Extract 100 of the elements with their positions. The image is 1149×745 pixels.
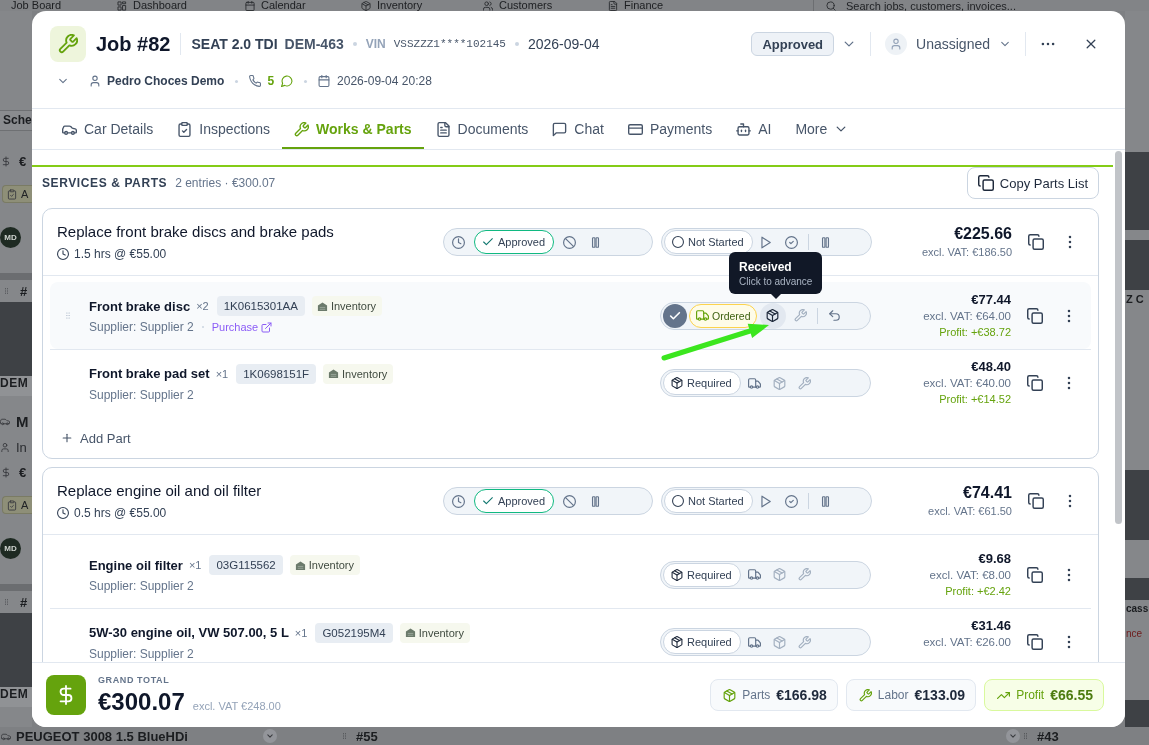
part-quantity: ×1 — [215, 367, 229, 380]
clock-icon — [57, 247, 69, 260]
badge-label: A — [21, 499, 29, 511]
drag-handle-icon[interactable] — [3, 596, 10, 608]
phone-icon[interactable] — [249, 75, 262, 87]
part-status-chip[interactable]: Required — [663, 562, 741, 587]
job-number: #43 — [1037, 728, 1059, 744]
add-part-button[interactable]: Add Part — [61, 426, 131, 450]
approval-chip[interactable]: Approved — [474, 230, 555, 254]
undo-icon[interactable] — [827, 309, 841, 322]
nav-link[interactable]: Inventory — [361, 0, 423, 11]
copy-icon[interactable] — [1027, 566, 1043, 583]
job-datetime: 2026-09-04 20:28 — [337, 74, 432, 88]
job-date: 2026-09-04 — [527, 36, 600, 52]
grand-total-excl-vat: excl. VAT €248.00 — [192, 700, 281, 712]
nav-link[interactable]: Dashboard — [117, 0, 187, 11]
service-price: €225.66 — [953, 224, 1012, 244]
tab[interactable]: Payments — [615, 109, 725, 149]
tab[interactable]: Inspections — [165, 109, 283, 149]
warehouse-icon — [328, 368, 340, 379]
section-summary: 2 entries · €300.07 — [175, 176, 276, 190]
wrench-icon — [294, 121, 310, 137]
drag-handle-icon[interactable] — [341, 730, 348, 742]
part-quantity: ×2 — [196, 300, 209, 312]
document-icon — [435, 121, 451, 137]
copy-icon[interactable] — [1027, 375, 1043, 391]
customer-name: Pedro Choces Demo — [107, 74, 225, 88]
tab[interactable]: Car Details — [50, 109, 166, 149]
chat-bubble-icon[interactable] — [281, 75, 294, 87]
credit-card-icon — [627, 121, 643, 137]
price-excl-vat: excl. VAT: €40.00 — [922, 376, 1011, 391]
play-icon[interactable] — [758, 235, 772, 249]
card-price: € — [19, 153, 27, 169]
purchase-link[interactable]: Purchase — [211, 321, 273, 333]
close-icon[interactable] — [1084, 37, 1098, 51]
nav-link[interactable]: Finance — [608, 0, 664, 11]
truck-icon[interactable] — [747, 635, 761, 649]
calendar-icon — [245, 0, 255, 11]
drag-handle-icon[interactable] — [3, 285, 10, 297]
price-excl-vat: excl. VAT: €26.00 — [922, 635, 1011, 650]
profit-amount: Profit: +€14.52 — [939, 393, 1011, 405]
part-status-chip[interactable]: Ordered — [689, 303, 757, 328]
search-field[interactable]: Search jobs, customers, invoices... — [846, 0, 1076, 11]
status-button[interactable]: Approved — [751, 32, 835, 56]
supplier-name: Supplier: Supplier 2 — [89, 646, 194, 661]
nav-link[interactable]: Job Board — [11, 0, 62, 11]
drag-handle-icon[interactable] — [64, 309, 72, 322]
stock-source: Inventory — [418, 626, 464, 639]
nav-link[interactable]: Customers — [483, 0, 553, 11]
part-quantity: ×1 — [294, 626, 308, 639]
card-price: € — [19, 464, 27, 480]
clock-icon[interactable] — [452, 494, 465, 508]
tooltip-hint: Click to advance — [739, 274, 812, 288]
document-icon — [608, 0, 618, 11]
column-heading: Sche — [0, 110, 32, 131]
tab[interactable]: Documents — [423, 109, 541, 149]
play-icon[interactable] — [758, 494, 772, 508]
truck-icon[interactable] — [747, 568, 761, 581]
photo-placeholder — [1125, 700, 1149, 727]
calendar-icon — [318, 75, 331, 87]
ban-icon[interactable] — [563, 494, 577, 508]
drag-handle-icon[interactable] — [1022, 730, 1029, 742]
nav-link[interactable]: Calendar — [245, 0, 306, 11]
tab[interactable]: Chat — [540, 109, 616, 149]
part-name: Front brake disc — [89, 298, 191, 314]
copy-icon[interactable] — [1028, 493, 1044, 509]
box-icon — [361, 0, 371, 11]
copy-icon[interactable] — [1027, 634, 1043, 650]
part-status-chip[interactable]: Required — [663, 630, 741, 654]
price-excl-vat: excl. VAT: €8.00 — [928, 567, 1011, 583]
copy-parts-button[interactable]: Copy Parts List — [966, 167, 1099, 199]
copy-icon[interactable] — [1028, 234, 1044, 250]
tab[interactable]: More — [783, 109, 861, 149]
job-number: # — [20, 283, 28, 299]
truck-icon — [696, 309, 709, 322]
people-icon — [483, 0, 493, 11]
copy-icon[interactable] — [1027, 307, 1043, 324]
price-excl-vat: excl. VAT: €64.00 — [922, 308, 1011, 324]
clock-icon[interactable] — [452, 235, 465, 249]
part-status-chip[interactable]: Required — [663, 371, 741, 395]
part-price: €31.46 — [970, 618, 1011, 634]
dollar-icon — [1, 155, 11, 167]
check-icon[interactable] — [663, 303, 687, 328]
user-avatar: MD — [0, 227, 21, 248]
package-icon[interactable] — [759, 302, 786, 329]
user-avatar: MD — [0, 538, 21, 559]
work-status-chip[interactable]: Not Started — [664, 230, 753, 254]
scrollbar-thumb[interactable] — [1115, 151, 1122, 524]
service-title: Replace front brake discs and brake pads — [57, 222, 335, 241]
ban-icon[interactable] — [563, 235, 577, 249]
approval-chip[interactable]: Approved — [474, 489, 555, 513]
truck-icon[interactable] — [747, 376, 761, 390]
clipboard-icon — [7, 499, 17, 511]
price-excl-vat: excl. VAT: €61.50 — [927, 504, 1012, 519]
warehouse-icon — [294, 559, 306, 571]
work-status-chip[interactable]: Not Started — [664, 489, 753, 513]
license-plate: DEM — [0, 376, 32, 396]
labor-time: 0.5 hrs @ €55.00 — [74, 505, 167, 520]
assignee-dropdown[interactable]: Unassigned — [916, 36, 1011, 52]
tab[interactable]: AI — [724, 109, 784, 149]
